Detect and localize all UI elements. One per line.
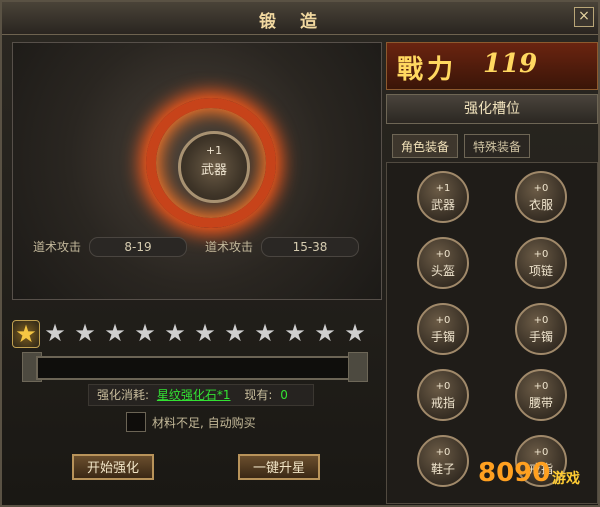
star-empty-icon: ★ [194, 319, 216, 347]
watermark-logo: 8090 [478, 458, 551, 488]
preview-item-level: +1 [205, 144, 223, 157]
slot-name: 腰带 [528, 396, 553, 410]
equipment-slot[interactable]: +0 项链 [515, 237, 567, 289]
auto-buy-checkbox[interactable] [126, 412, 146, 432]
star-empty-icon: ★ [44, 319, 66, 347]
star-empty-icon: ★ [284, 319, 306, 347]
star-empty-icon: ★ [74, 319, 96, 347]
slot-level: +0 [533, 315, 549, 326]
cost-item-link[interactable]: 星纹强化石*1 [157, 385, 231, 405]
power-label: 戰力 [397, 55, 458, 85]
star-empty-icon: ★ [254, 319, 276, 347]
slot-name: 头盔 [430, 264, 455, 278]
equipment-slot[interactable]: +1 武器 [417, 171, 469, 223]
slot-name: 手镯 [430, 330, 455, 344]
close-icon[interactable]: × [574, 7, 594, 27]
watermark-logo-cn: 游戏 [552, 471, 580, 487]
star-empty-icon: ★ [164, 319, 186, 347]
equipment-slot[interactable]: +0 鞋子 [417, 435, 469, 487]
equipment-slot[interactable]: +0 手镯 [515, 303, 567, 355]
slot-name: 项链 [528, 264, 553, 278]
power-value: 119 [483, 49, 538, 79]
owned-label: 现有: [244, 388, 273, 402]
forge-preview-panel: +1 武器 道术攻击 8-19 道术攻击 15-38 [12, 42, 382, 300]
window-title: 锻造 [259, 12, 341, 32]
auto-buy-label: 材料不足, 自动购买 [152, 416, 256, 430]
star-empty-icon: ★ [344, 319, 366, 347]
stat-label-next: 道术攻击 [205, 240, 254, 254]
forge-window: 锻造 × +1 武器 道术攻击 8-19 道术攻击 15-38 ★ ★ ★ ★ ★ ★ ★ ★… [0, 0, 600, 507]
slot-level: +1 [435, 183, 451, 194]
one-key-upstar-button[interactable]: 一键升星 [238, 454, 320, 480]
slot-level: +0 [435, 315, 451, 326]
star-empty-icon: ★ [134, 319, 156, 347]
bar-right-cap [348, 352, 368, 382]
slot-name: 武器 [430, 198, 455, 212]
slot-level: +0 [533, 447, 549, 458]
equipment-slot[interactable]: +0 衣服 [515, 171, 567, 223]
slots-title: 强化槽位 [386, 94, 598, 124]
equipment-slot[interactable]: +0 手镯 [417, 303, 469, 355]
start-enhance-button[interactable]: 开始强化 [72, 454, 154, 480]
star-active-icon: ★ [12, 320, 40, 348]
star-rating: ★ ★ ★ ★ ★ ★ ★ ★ ★ ★ ★ ★ [12, 320, 372, 350]
slot-level: +0 [533, 381, 549, 392]
combat-power-banner: 戰力 119 [386, 42, 598, 90]
forge-progress-bar [36, 356, 358, 380]
tab-special-equipment[interactable]: 特殊装备 [464, 134, 530, 158]
equipment-slot[interactable]: +0 戒指 [417, 369, 469, 421]
slot-level: +0 [435, 249, 451, 260]
cost-label: 强化消耗: [97, 388, 150, 402]
equipment-slot[interactable]: +0 头盔 [417, 237, 469, 289]
slot-name: 手镯 [528, 330, 553, 344]
slot-name: 戒指 [430, 396, 455, 410]
stat-label-current: 道术攻击 [33, 240, 82, 254]
stat-value-next: 15-38 [261, 237, 359, 257]
title-bar: 锻造 × [2, 2, 598, 35]
preview-item: +1 武器 [178, 131, 250, 203]
preview-item-name: 武器 [200, 163, 227, 178]
slot-level: +0 [435, 447, 451, 458]
slot-name: 衣服 [528, 198, 553, 212]
equipment-slots-panel: +1 武器 +0 衣服 +0 头盔 +0 项链 +0 手镯 +0 手镯 +0 戒指 +0 腰带 +0 鞋子 +0 戒指 [386, 162, 598, 504]
stat-value-current: 8-19 [89, 237, 187, 257]
cost-row: 强化消耗: 星纹强化石*1 现有: 0 [88, 384, 314, 406]
slot-name: 鞋子 [430, 462, 455, 476]
star-empty-icon: ★ [314, 319, 336, 347]
slot-level: +0 [435, 381, 451, 392]
tab-character-equipment[interactable]: 角色装备 [392, 134, 458, 158]
slot-level: +0 [533, 249, 549, 260]
star-empty-icon: ★ [104, 319, 126, 347]
star-empty-icon: ★ [224, 319, 246, 347]
equipment-slot[interactable]: +0 腰带 [515, 369, 567, 421]
slot-level: +0 [533, 183, 549, 194]
owned-value: 0 [280, 388, 288, 402]
